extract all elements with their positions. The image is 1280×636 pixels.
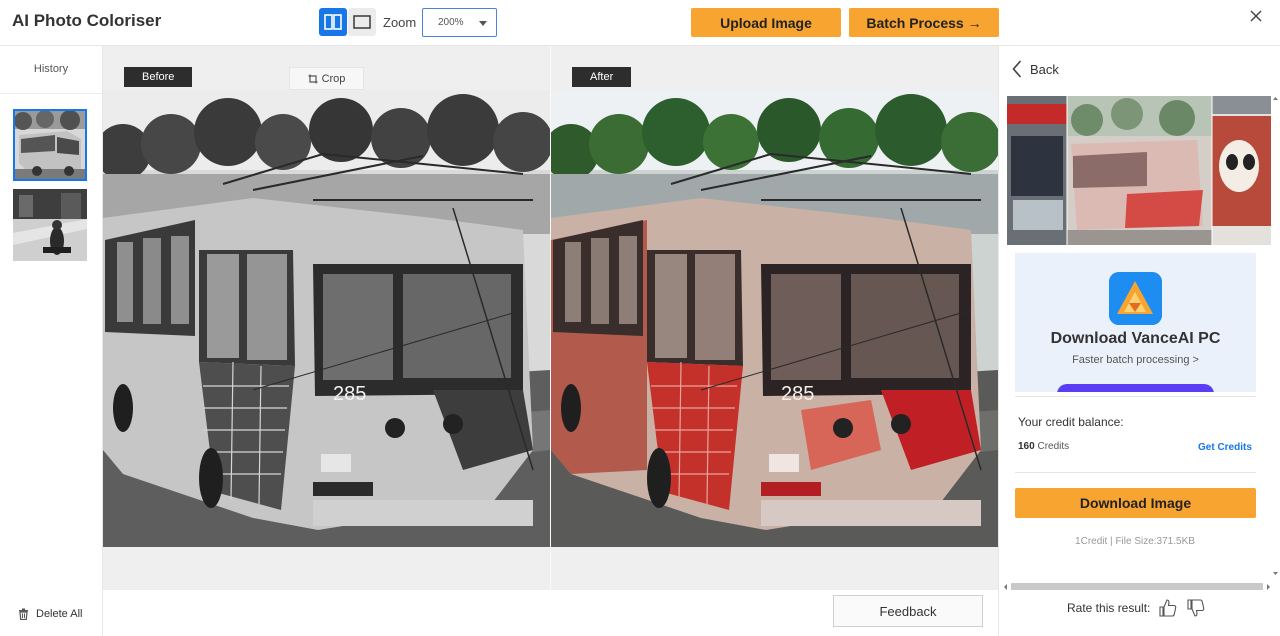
back-label: Back — [1030, 61, 1059, 77]
bus-thumbnail-image — [15, 111, 85, 179]
credit-balance: 160 Credits — [1018, 441, 1069, 452]
thumbs-up-icon[interactable] — [1158, 598, 1178, 618]
download-meta: 1Credit | File Size:371.5KB — [1075, 536, 1195, 547]
compare-divider[interactable] — [550, 46, 551, 590]
crop-button[interactable]: Crop — [289, 67, 364, 90]
vanceai-logo-icon — [1109, 272, 1162, 325]
promo-title: Download VanceAI PC — [1050, 330, 1221, 347]
zoom-value: 200% — [438, 17, 464, 28]
crop-label: Crop — [321, 72, 346, 85]
top-toolbar: AI Photo Coloriser Zoom 200% Upload Imag… — [0, 0, 1280, 46]
promo-banner[interactable]: Download VanceAI PC Faster batch process… — [1015, 253, 1256, 392]
history-title: History — [33, 63, 69, 75]
promo-download-button[interactable] — [1057, 384, 1214, 392]
get-credits-link[interactable]: Get Credits — [1198, 442, 1252, 453]
thumbs-down-icon[interactable] — [1186, 598, 1206, 618]
vertical-scrollbar[interactable] — [1271, 96, 1280, 576]
zoom-label: Zoom — [383, 15, 417, 30]
rate-label: Rate this result: — [1067, 601, 1151, 615]
crop-icon — [308, 74, 318, 83]
split-view-button[interactable] — [319, 8, 347, 36]
history-divider — [0, 93, 102, 94]
after-label: After — [572, 67, 632, 87]
bottom-bar: Feedback — [103, 590, 998, 636]
after-image: 285 — [551, 90, 998, 547]
single-view-button[interactable] — [348, 8, 376, 36]
rate-result: Rate this result: — [1067, 598, 1206, 618]
split-view-icon — [324, 14, 342, 30]
close-icon — [1250, 10, 1262, 22]
history-thumbnail-street[interactable] — [13, 189, 87, 261]
app-title: AI Photo Coloriser — [12, 11, 162, 30]
trash-icon — [19, 608, 28, 620]
horizontal-scroll-thumb[interactable] — [1011, 583, 1263, 590]
right-panel: Back Download VanceAI PC Faster batch pr… — [998, 46, 1280, 636]
close-button[interactable] — [1247, 7, 1265, 25]
single-view-icon — [353, 15, 371, 29]
compare-canvas[interactable]: Before After Crop 285 285 — [103, 46, 998, 590]
credit-divider — [1015, 472, 1256, 473]
history-panel: History Delete All — [0, 46, 103, 636]
street-thumbnail-image — [13, 189, 87, 261]
delete-all-label: Delete All — [36, 608, 83, 620]
credit-value: 160 — [1018, 441, 1035, 452]
delete-all-button[interactable]: Delete All — [18, 608, 82, 620]
feedback-button[interactable]: Feedback — [833, 595, 983, 627]
app-window: AI Photo Coloriser Zoom 200% Upload Imag… — [0, 0, 1280, 636]
horizontal-scrollbar[interactable] — [1003, 580, 1271, 592]
batch-process-button[interactable]: Batch Process → — [849, 8, 999, 37]
credit-unit: Credits — [1037, 441, 1070, 452]
before-label: Before — [124, 67, 193, 87]
upload-image-button[interactable]: Upload Image — [691, 8, 841, 37]
zoom-select[interactable]: 200% — [422, 8, 497, 37]
promo-divider — [1015, 396, 1256, 397]
before-plate-number: 285 — [333, 383, 366, 405]
promo-subtitle[interactable]: Faster batch processing > — [1015, 354, 1256, 366]
after-plate-number: 285 — [781, 383, 814, 405]
credit-balance-label: Your credit balance: — [1018, 415, 1124, 429]
back-button[interactable]: Back — [1012, 60, 1059, 78]
download-image-button[interactable]: Download Image — [1015, 488, 1256, 518]
result-preview-strip[interactable] — [1007, 96, 1271, 245]
chevron-left-icon — [1012, 60, 1022, 78]
history-thumbnail-bus[interactable] — [13, 109, 87, 181]
chevron-down-icon — [479, 21, 487, 26]
before-image: 285 — [103, 90, 550, 547]
